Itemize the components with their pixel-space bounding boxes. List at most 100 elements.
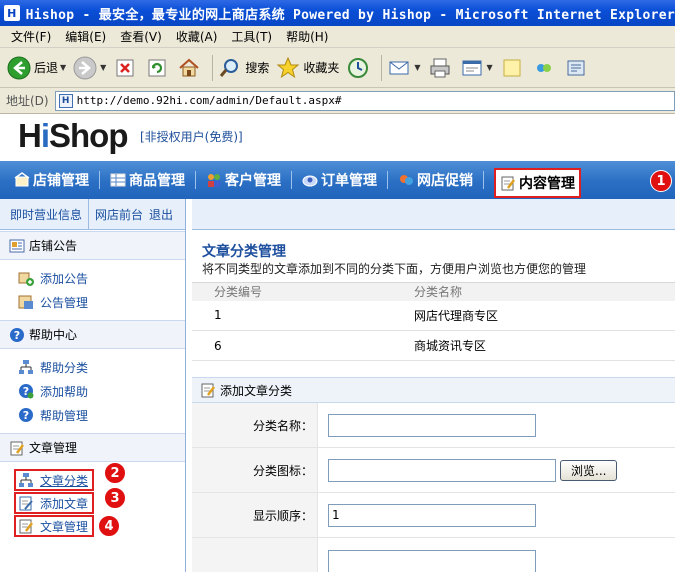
sidebar-item-add-help[interactable]: ? 添加帮助: [18, 379, 185, 403]
sidebar-item-add-article[interactable]: 添加文章: [14, 492, 94, 514]
favorites-button[interactable]: 收藏夹: [275, 55, 339, 81]
section-head-announcements: 店铺公告: [0, 231, 185, 260]
section-head-help: ? 帮助中心: [0, 320, 185, 349]
main-tabstrip: [192, 199, 675, 230]
address-bar: 地址(D) H http://demo.92hi.com/admin/Defau…: [0, 88, 675, 114]
messenger-button[interactable]: [531, 55, 557, 81]
back-button[interactable]: 后退 ▼: [6, 55, 66, 81]
history-button[interactable]: [345, 55, 371, 81]
chevron-down-icon[interactable]: ▼: [60, 63, 66, 72]
nav-customer-management[interactable]: 客户管理: [206, 161, 281, 199]
nav-content-management[interactable]: 内容管理: [494, 168, 581, 198]
chevron-down-icon[interactable]: ▼: [487, 63, 493, 72]
nav-product-management[interactable]: 商品管理: [110, 161, 185, 199]
item-label: 文章分类: [40, 473, 89, 488]
sidebar-item-article-categories[interactable]: 文章分类: [14, 469, 94, 491]
menu-view[interactable]: 查看(V): [113, 28, 169, 45]
cell-category-id: 6: [192, 330, 414, 361]
display-order-label: 显示顺序：: [192, 493, 318, 537]
nav-label: 店铺管理: [33, 173, 89, 189]
chevron-down-icon[interactable]: ▼: [414, 63, 420, 72]
cell-category-name: 网店代理商专区: [414, 300, 675, 331]
business-info-link[interactable]: 即时营业信息: [10, 206, 82, 223]
site-header: HiShop [非授权用户(免费)]: [0, 114, 675, 161]
section-title: 店铺公告: [29, 239, 78, 253]
nav-label: 订单管理: [321, 173, 377, 189]
discuss-button[interactable]: [499, 55, 525, 81]
forward-arrow-icon: [72, 55, 98, 81]
page-description: 将不同类型的文章添加到不同的分类下面，方便用户浏览也方便您的管理: [202, 262, 587, 276]
sidebar-item-manage-articles[interactable]: 文章管理: [14, 515, 94, 537]
edit-button[interactable]: ▼: [459, 55, 493, 81]
star-icon: [275, 55, 301, 81]
window-titlebar: H Hishop - 最安全，最专业的网上商店系统 Powered by His…: [0, 0, 675, 26]
ie-page-icon: H: [4, 5, 20, 21]
grid-icon: [110, 172, 126, 188]
menu-tools[interactable]: 工具(T): [224, 28, 279, 45]
cell-category-id: 1: [192, 300, 414, 331]
form-row-icon: 分类图标： 浏览...: [192, 448, 675, 493]
browse-button[interactable]: 浏览...: [560, 459, 618, 481]
research-icon: [563, 55, 589, 81]
messenger-icon: [531, 55, 557, 81]
form-row-name: 分类名称：: [192, 403, 675, 448]
item-label: 添加公告: [40, 271, 89, 286]
history-icon: [345, 55, 371, 81]
category-table: 分类编号 分类名称 1 网店代理商专区 6 商城资讯专区: [192, 282, 675, 361]
logout-link[interactable]: 退出: [149, 206, 173, 223]
menu-edit[interactable]: 编辑(E): [58, 28, 113, 45]
home-button[interactable]: [176, 55, 202, 81]
display-order-input[interactable]: 1: [328, 503, 536, 527]
browser-toolbar: 后退 ▼ ▼ 搜索 收藏夹 ▼ ▼: [0, 48, 675, 88]
mail-icon: [386, 55, 412, 81]
search-icon: [217, 55, 243, 81]
address-input[interactable]: H http://demo.92hi.com/admin/Default.asp…: [54, 90, 675, 111]
search-button[interactable]: 搜索: [217, 55, 269, 81]
nav-order-management[interactable]: 订单管理: [302, 161, 377, 199]
toolbar-separator: [381, 54, 383, 81]
sidebar: 即时营业信息 网店前台 退出 店铺公告 添加公告 公告管理 ? 帮助中心 帮助分…: [0, 198, 186, 572]
forward-button[interactable]: ▼: [72, 55, 106, 81]
toolbar-separator: [212, 54, 214, 81]
category-icon-label: 分类图标：: [192, 448, 318, 492]
sidebar-item-help-categories[interactable]: 帮助分类: [18, 355, 185, 379]
section-items-articles: 文章分类 添加文章 文章管理: [0, 462, 185, 544]
form-row-description: [192, 538, 675, 572]
storefront-link[interactable]: 网店前台: [95, 206, 143, 223]
mail-button[interactable]: ▼: [386, 55, 421, 81]
sidebar-item-add-announcement[interactable]: 添加公告: [18, 266, 185, 290]
store-icon: [14, 172, 30, 188]
sidebar-item-manage-announcements[interactable]: 公告管理: [18, 290, 185, 314]
svg-text:?: ?: [14, 329, 20, 342]
add-help-icon: ?: [18, 383, 34, 399]
menu-help[interactable]: 帮助(H): [279, 28, 335, 45]
menu-favorites[interactable]: 收藏(A): [169, 28, 225, 45]
menu-file[interactable]: 文件(F): [4, 28, 58, 45]
edit-document-icon: [500, 175, 516, 191]
main-nav: 店铺管理 商品管理 客户管理 订单管理 网店促销 内容管理: [0, 161, 675, 199]
table-row[interactable]: 6 商城资讯专区: [192, 330, 675, 361]
section-items-help: 帮助分类 ? 添加帮助 ? 帮助管理: [0, 349, 185, 433]
step-badge-2: 2: [104, 462, 126, 484]
address-url: http://demo.92hi.com/admin/Default.aspx#: [76, 94, 342, 107]
table-row[interactable]: 1 网店代理商专区: [192, 300, 675, 331]
edit-page-icon: [459, 55, 485, 81]
description-textarea[interactable]: [328, 550, 536, 572]
refresh-button[interactable]: [144, 55, 170, 81]
research-button[interactable]: [563, 55, 589, 81]
print-button[interactable]: [427, 55, 453, 81]
nav-label: 内容管理: [519, 176, 575, 192]
step-badge-1: 1: [650, 170, 672, 192]
main-content: 文章分类管理 将不同类型的文章添加到不同的分类下面，方便用户浏览也方便您的管理 …: [192, 199, 675, 572]
nav-separator: [99, 171, 100, 189]
nav-promotion[interactable]: 网店促销: [398, 161, 473, 199]
category-icon-input[interactable]: [328, 458, 556, 482]
chevron-down-icon[interactable]: ▼: [100, 63, 106, 72]
manage-article-icon: [18, 518, 34, 534]
page-icon: H: [58, 93, 73, 108]
nav-label: 客户管理: [225, 173, 281, 189]
category-name-input[interactable]: [328, 413, 536, 437]
nav-store-management[interactable]: 店铺管理: [14, 161, 89, 199]
sidebar-item-manage-help[interactable]: ? 帮助管理: [18, 403, 185, 427]
stop-button[interactable]: [112, 55, 138, 81]
